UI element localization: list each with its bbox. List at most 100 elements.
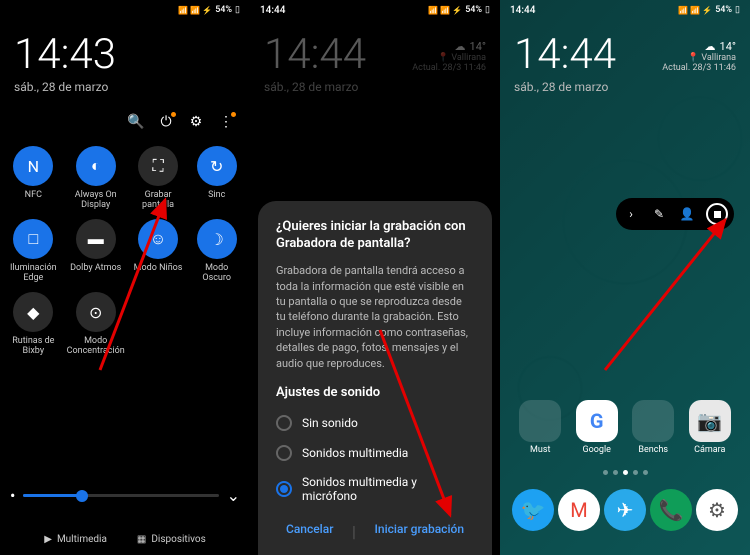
confirm-button[interactable]: Iniciar grabación xyxy=(375,522,464,541)
app-google[interactable]: G Google xyxy=(576,400,618,455)
chevron-right-icon[interactable]: › xyxy=(622,205,640,223)
recording-pill: › ✎ 👤 xyxy=(616,198,734,230)
app-label: Cámara xyxy=(694,445,725,455)
app-label: Benchs xyxy=(638,445,668,455)
stop-button[interactable] xyxy=(706,203,728,225)
tile-label: Rutinas de Bixby xyxy=(8,337,59,357)
tile-icon: N xyxy=(13,146,53,186)
status-time: 14:44 xyxy=(510,5,535,16)
tile-icon: ◐ xyxy=(76,146,116,186)
radio-option-2[interactable]: Sonidos multimedia y micrófono xyxy=(276,468,474,510)
app-must[interactable]: Must xyxy=(519,400,561,455)
status-time: 14:44 xyxy=(260,5,285,16)
dock-app-4[interactable]: ⚙ xyxy=(696,489,738,531)
qs-tile-4[interactable]: □ Iluminación Edge xyxy=(8,219,59,284)
dock-app-1[interactable]: M xyxy=(558,489,600,531)
home-apps-row: Must G Google Benchs 📷 Cámara xyxy=(500,400,750,455)
tile-label: Modo Niños xyxy=(134,264,183,284)
tile-icon: ☽ xyxy=(197,219,237,259)
screen-quick-settings: 📶 📶 ⚡54%▯ 14:43 sáb., 28 de marzo 🔍 ⏻ ⚙ … xyxy=(0,0,250,555)
qs-tiles: N NFC ◐Always On Display⛶Grabar pantalla ↻ S… xyxy=(0,136,250,367)
cancel-button[interactable]: Cancelar xyxy=(286,522,333,541)
status-icons: 📶 📶 ⚡54%▯ xyxy=(178,5,240,15)
app-icon: 📷 xyxy=(689,400,731,442)
radio-icon xyxy=(276,415,292,431)
clock-date: sáb., 28 de marzo xyxy=(264,80,486,94)
tile-label: Dolby Atmos xyxy=(70,264,121,284)
weather-widget[interactable]: ☁14° 📍 Vallirana Actual. 28/3 11:46 xyxy=(662,40,736,73)
status-bar: 📶 📶 ⚡54%▯ xyxy=(0,0,250,20)
dialog-section-title: Ajustes de sonido xyxy=(276,385,474,400)
qs-tile-8[interactable]: ◆ Rutinas de Bixby xyxy=(8,292,59,357)
weather-widget[interactable]: ☁14° 📍 Vallirana Actual. 28/3 11:46 xyxy=(412,40,486,73)
qs-tile-2[interactable]: ⛶Grabar pantalla xyxy=(133,146,184,211)
qs-tile-6[interactable]: ☺ Modo Niños xyxy=(133,219,184,284)
radio-option-0[interactable]: Sin sonido xyxy=(276,408,474,438)
cloud-icon: ☁ xyxy=(705,40,716,53)
tile-label: NFC xyxy=(25,191,42,211)
app-label: Google xyxy=(583,445,611,455)
cloud-icon: ☁ xyxy=(455,40,466,53)
gear-icon[interactable]: ⚙ xyxy=(188,114,204,130)
dock: 🐦M✈📞⚙ xyxy=(510,489,740,531)
qs-tile-0[interactable]: N NFC xyxy=(8,146,59,211)
pencil-icon[interactable]: ✎ xyxy=(650,205,668,223)
radio-label: Sin sonido xyxy=(302,416,358,430)
radio-label: Sonidos multimedia y micrófono xyxy=(302,475,474,503)
qs-tile-5[interactable]: ▬ Dolby Atmos xyxy=(67,219,125,284)
status-icons: 📶 📶 ⚡54%▯ xyxy=(678,5,740,15)
tile-label: Iluminación Edge xyxy=(8,264,59,284)
clock-date: sáb., 28 de marzo xyxy=(514,80,736,94)
app-icon: G xyxy=(576,400,618,442)
screen-home: 14:44 📶 📶 ⚡54%▯ 14:44 sáb., 28 de marzo … xyxy=(500,0,750,555)
dialog-title: ¿Quieres iniciar la grabación con Grabad… xyxy=(276,219,474,253)
quick-settings-actions: 🔍 ⏻ ⚙ ⋮ xyxy=(0,108,250,136)
status-bar: 14:44 📶 📶 ⚡54%▯ xyxy=(250,0,500,20)
dock-app-3[interactable]: 📞 xyxy=(650,489,692,531)
tile-icon: □ xyxy=(13,219,53,259)
tile-label: Sinc xyxy=(208,191,225,211)
page-indicator xyxy=(500,470,750,475)
dialog-body: Grabadora de pantalla tendrá acceso a to… xyxy=(276,263,474,371)
status-bar: 14:44 📶 📶 ⚡54%▯ xyxy=(500,0,750,20)
dock-app-2[interactable]: ✈ xyxy=(604,489,646,531)
radio-label: Sonidos multimedia xyxy=(302,446,408,460)
tile-icon: ⛶ xyxy=(138,146,178,186)
clock-area: 14:43 sáb., 28 de marzo xyxy=(0,20,250,108)
brightness-low-icon: • xyxy=(10,486,15,505)
person-icon[interactable]: 👤 xyxy=(678,205,696,223)
app-cámara[interactable]: 📷 Cámara xyxy=(689,400,731,455)
tile-label: Modo Oscuro xyxy=(191,264,242,284)
qs-tile-9[interactable]: ⊙ Modo Concentración xyxy=(67,292,125,357)
power-icon[interactable]: ⏻ xyxy=(158,114,174,130)
tab-multimedia[interactable]: ▶ Multimedia xyxy=(44,534,107,545)
bottom-tabs: ▶ Multimedia ▦ Dispositivos xyxy=(0,534,250,545)
folder-icon xyxy=(519,400,561,442)
tile-icon: ☺ xyxy=(138,219,178,259)
folder-icon xyxy=(632,400,674,442)
more-icon[interactable]: ⋮ xyxy=(218,114,234,130)
radio-icon xyxy=(276,445,292,461)
screen-dialog: 14:44 📶 📶 ⚡54%▯ 14:44 sáb., 28 de marzo … xyxy=(250,0,500,555)
qs-tile-3[interactable]: ↻ Sinc xyxy=(191,146,242,211)
radio-icon xyxy=(276,481,292,497)
search-icon[interactable]: 🔍 xyxy=(128,114,144,130)
brightness-slider[interactable]: • ⌄ xyxy=(10,486,240,505)
tile-icon: ↻ xyxy=(197,146,237,186)
tile-label: Modo Concentración xyxy=(67,337,125,357)
radio-option-1[interactable]: Sonidos multimedia xyxy=(276,438,474,468)
tile-icon: ▬ xyxy=(76,219,116,259)
chevron-down-icon[interactable]: ⌄ xyxy=(227,486,240,505)
app-benchs[interactable]: Benchs xyxy=(632,400,674,455)
qs-tile-1[interactable]: ◐Always On Display xyxy=(67,146,125,211)
record-dialog: ¿Quieres iniciar la grabación con Grabad… xyxy=(258,201,492,555)
qs-tile-7[interactable]: ☽ Modo Oscuro xyxy=(191,219,242,284)
clock-time: 14:43 xyxy=(14,34,236,76)
clock-date: sáb., 28 de marzo xyxy=(14,80,236,94)
dock-app-0[interactable]: 🐦 xyxy=(512,489,554,531)
tile-icon: ⊙ xyxy=(76,292,116,332)
status-icons: 📶 📶 ⚡54%▯ xyxy=(428,5,490,15)
app-label: Must xyxy=(530,445,550,455)
tile-icon: ◆ xyxy=(13,292,53,332)
tab-devices[interactable]: ▦ Dispositivos xyxy=(137,534,206,545)
